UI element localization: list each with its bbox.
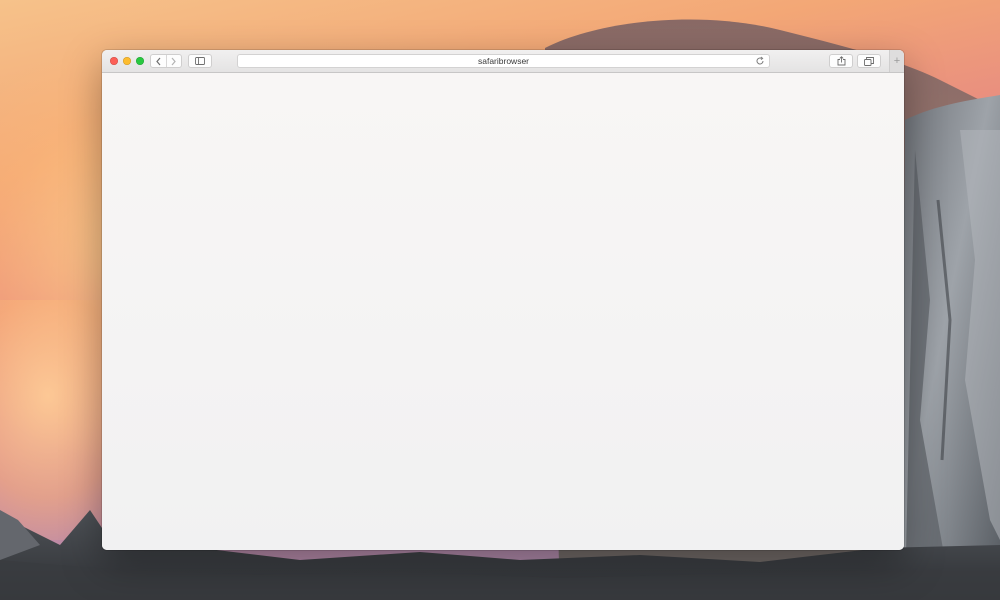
tabs-overview-icon xyxy=(864,56,874,66)
browser-toolbar: safaribrowser + xyxy=(102,50,904,73)
minimize-window-button[interactable] xyxy=(123,57,131,65)
address-bar[interactable]: safaribrowser xyxy=(237,54,770,68)
desktop-wallpaper: safaribrowser + xyxy=(0,0,1000,600)
chevron-left-icon xyxy=(155,57,161,65)
maximize-window-button[interactable] xyxy=(136,57,144,65)
back-button[interactable] xyxy=(151,55,166,67)
address-text: safaribrowser xyxy=(477,56,530,66)
share-button[interactable] xyxy=(829,54,853,68)
share-icon xyxy=(837,56,845,66)
close-window-button[interactable] xyxy=(110,57,118,65)
browser-window: safaribrowser + xyxy=(102,50,904,550)
chevron-right-icon xyxy=(171,57,177,65)
web-content-area[interactable] xyxy=(102,73,904,550)
sidebar-button[interactable] xyxy=(188,54,212,68)
reload-icon[interactable] xyxy=(755,56,765,66)
forward-button[interactable] xyxy=(165,55,182,67)
sidebar-icon xyxy=(195,57,205,65)
new-tab-button[interactable]: + xyxy=(889,50,904,72)
navigation-buttons xyxy=(150,54,182,68)
tabs-overview-button[interactable] xyxy=(857,54,881,68)
